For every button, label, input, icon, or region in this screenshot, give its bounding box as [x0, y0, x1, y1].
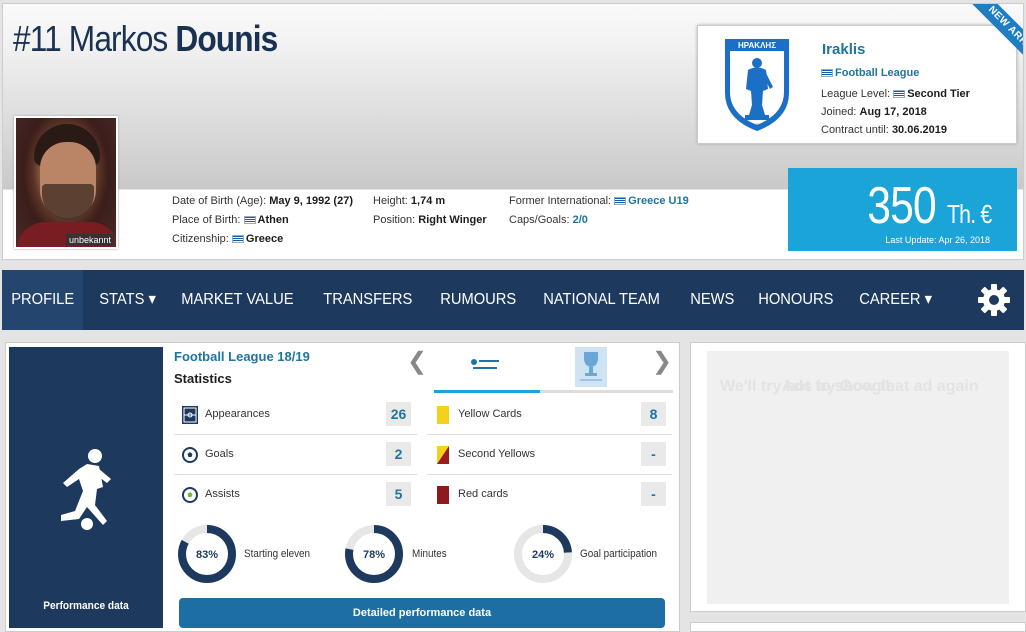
dob-value: May 9, 1992 (27): [269, 195, 353, 207]
svg-text:1908: 1908: [753, 122, 763, 127]
stat-row-second-yellows: Second Yellows -: [427, 435, 672, 475]
appearances-value[interactable]: 26: [386, 402, 411, 426]
former-international-row: Former International: Greece U19: [509, 195, 689, 207]
contract-value: 30.06.2019: [891, 124, 947, 136]
new-arrival-ribbon: NEW ARRIVAL: [948, 4, 1023, 84]
photo-caption: unbekannt: [65, 234, 114, 246]
joined-value: Aug 17, 2018: [859, 106, 927, 118]
red-card-icon: [437, 486, 449, 504]
stat-row-appearances: Appearances 26: [174, 395, 417, 435]
ad-slot[interactable]: We'll try not to show that ad again Ads …: [707, 351, 1009, 604]
greece-flag-icon: [614, 197, 627, 205]
greece-flag-icon: [821, 69, 833, 77]
stat-row-red-cards: Red cards -: [427, 475, 672, 515]
goal-participation-label: Goal participation: [580, 548, 658, 560]
position-value: Right Winger: [418, 214, 487, 226]
greece-flag-icon: [893, 90, 906, 98]
ad-panel: We'll try not to show that ad again Ads …: [690, 342, 1026, 612]
main-nav: PROFILE STATS ▾ MARKET VALUE TRANSFERS R…: [2, 270, 1024, 330]
minutes-pct: 78%: [363, 549, 385, 561]
dob-row: Date of Birth (Age): May 9, 1992 (27): [172, 195, 353, 207]
pitch-icon: [182, 406, 198, 424]
second-yellows-value[interactable]: -: [641, 442, 666, 466]
performance-panel: Performance data Football League 18/19 S…: [5, 342, 680, 632]
assist-ball-icon: [182, 487, 198, 503]
tab-career[interactable]: CAREER ▾: [850, 270, 941, 330]
tab-national-team[interactable]: NATIONAL TEAM: [534, 270, 669, 330]
ball-icon: [182, 447, 198, 463]
second-yellow-icon: [437, 446, 449, 464]
red-cards-value[interactable]: -: [641, 482, 666, 506]
competition-tab-indicator: [434, 390, 673, 393]
greek-cup-logo-icon[interactable]: [575, 347, 607, 387]
citizenship-row: Citizenship: Greece: [172, 233, 284, 245]
market-value-amount: 350 Th. €: [866, 177, 992, 235]
minutes-label: Minutes: [412, 548, 447, 560]
caps-goals-link[interactable]: 2/0: [573, 214, 588, 226]
joined-row: Joined: Aug 17, 2018: [821, 106, 927, 118]
svg-text:ΗΡΑΚΛΗΣ: ΗΡΑΚΛΗΣ: [738, 41, 776, 50]
football-player-icon: [61, 449, 111, 530]
next-arrow-icon[interactable]: ❯: [652, 347, 672, 376]
market-value-box[interactable]: 350 Th. € Last Update: Apr 26, 2018: [788, 168, 1017, 251]
goals-value[interactable]: 2: [386, 442, 411, 466]
player-title: #11 Markos Dounis: [13, 18, 278, 59]
ads-by-google-text: Ads by Google: [782, 378, 895, 395]
tab-stats[interactable]: STATS ▾: [90, 270, 165, 330]
greece-flag-icon: [231, 235, 244, 243]
tab-transfers[interactable]: TRANSFERS: [314, 270, 422, 330]
pob-row: Place of Birth: Athen: [172, 214, 289, 226]
gear-icon[interactable]: [977, 283, 1011, 317]
citizenship-value: Greece: [245, 233, 284, 245]
statistics-heading: Statistics: [174, 371, 232, 386]
starting-eleven-label: Starting eleven: [244, 548, 311, 560]
yellow-cards-value[interactable]: 8: [641, 402, 666, 426]
league-level-row: League Level: Second Tier: [821, 88, 970, 100]
stat-row-goals: Goals 2: [174, 435, 417, 475]
starting-eleven-donut: 83%: [178, 525, 236, 583]
player-header: #11 Markos Dounis unbekannt Date of Birt…: [2, 3, 1024, 260]
club-name-link[interactable]: Iraklis: [822, 41, 865, 58]
tab-news[interactable]: NEWS: [681, 270, 744, 330]
assists-value[interactable]: 5: [386, 482, 411, 506]
minutes-donut: 78%: [345, 525, 403, 583]
player-photo[interactable]: unbekannt: [14, 116, 118, 249]
greece-flag-icon: [243, 216, 256, 224]
stat-row-assists: Assists 5: [174, 475, 417, 515]
iraklis-crest-icon[interactable]: ΗΡΑΚΛΗΣ 1908: [721, 37, 793, 133]
performance-side-panel: Performance data: [9, 347, 163, 628]
goal-participation-donut: 24%: [514, 525, 572, 583]
second-ad-panel: [690, 622, 1026, 632]
prev-arrow-icon[interactable]: ❮: [407, 347, 427, 376]
league-link[interactable]: Football League: [835, 67, 919, 79]
tab-market-value[interactable]: MARKET VALUE: [172, 270, 303, 330]
tab-rumours[interactable]: RUMOURS: [431, 270, 525, 330]
caps-row: Caps/Goals: 2/0: [509, 214, 588, 226]
competition-link[interactable]: Football League 18/19: [174, 349, 310, 364]
league-level-value: Second Tier: [907, 88, 970, 100]
stat-row-yellow-cards: Yellow Cards 8: [427, 395, 672, 435]
former-international-link[interactable]: Greece U19: [628, 195, 689, 207]
market-value-last-update: Last Update: Apr 26, 2018: [885, 235, 990, 245]
position-row: Position: Right Winger: [373, 214, 487, 226]
pob-value: Athen: [257, 214, 289, 226]
football-league-logo-icon[interactable]: [468, 357, 502, 373]
height-row: Height: 1,74 m: [373, 195, 446, 207]
contract-row: Contract until: 30.06.2019: [821, 124, 947, 136]
league-row: Football League: [821, 67, 919, 80]
goal-participation-pct: 24%: [532, 549, 554, 561]
height-value: 1,74 m: [410, 195, 446, 207]
starting-eleven-pct: 83%: [196, 549, 218, 561]
yellow-card-icon: [437, 406, 449, 424]
tab-honours[interactable]: HONOURS: [749, 270, 843, 330]
tab-profile[interactable]: PROFILE: [2, 270, 84, 330]
detailed-performance-button[interactable]: Detailed performance data: [179, 598, 665, 628]
performance-data-label: Performance data: [43, 600, 129, 612]
